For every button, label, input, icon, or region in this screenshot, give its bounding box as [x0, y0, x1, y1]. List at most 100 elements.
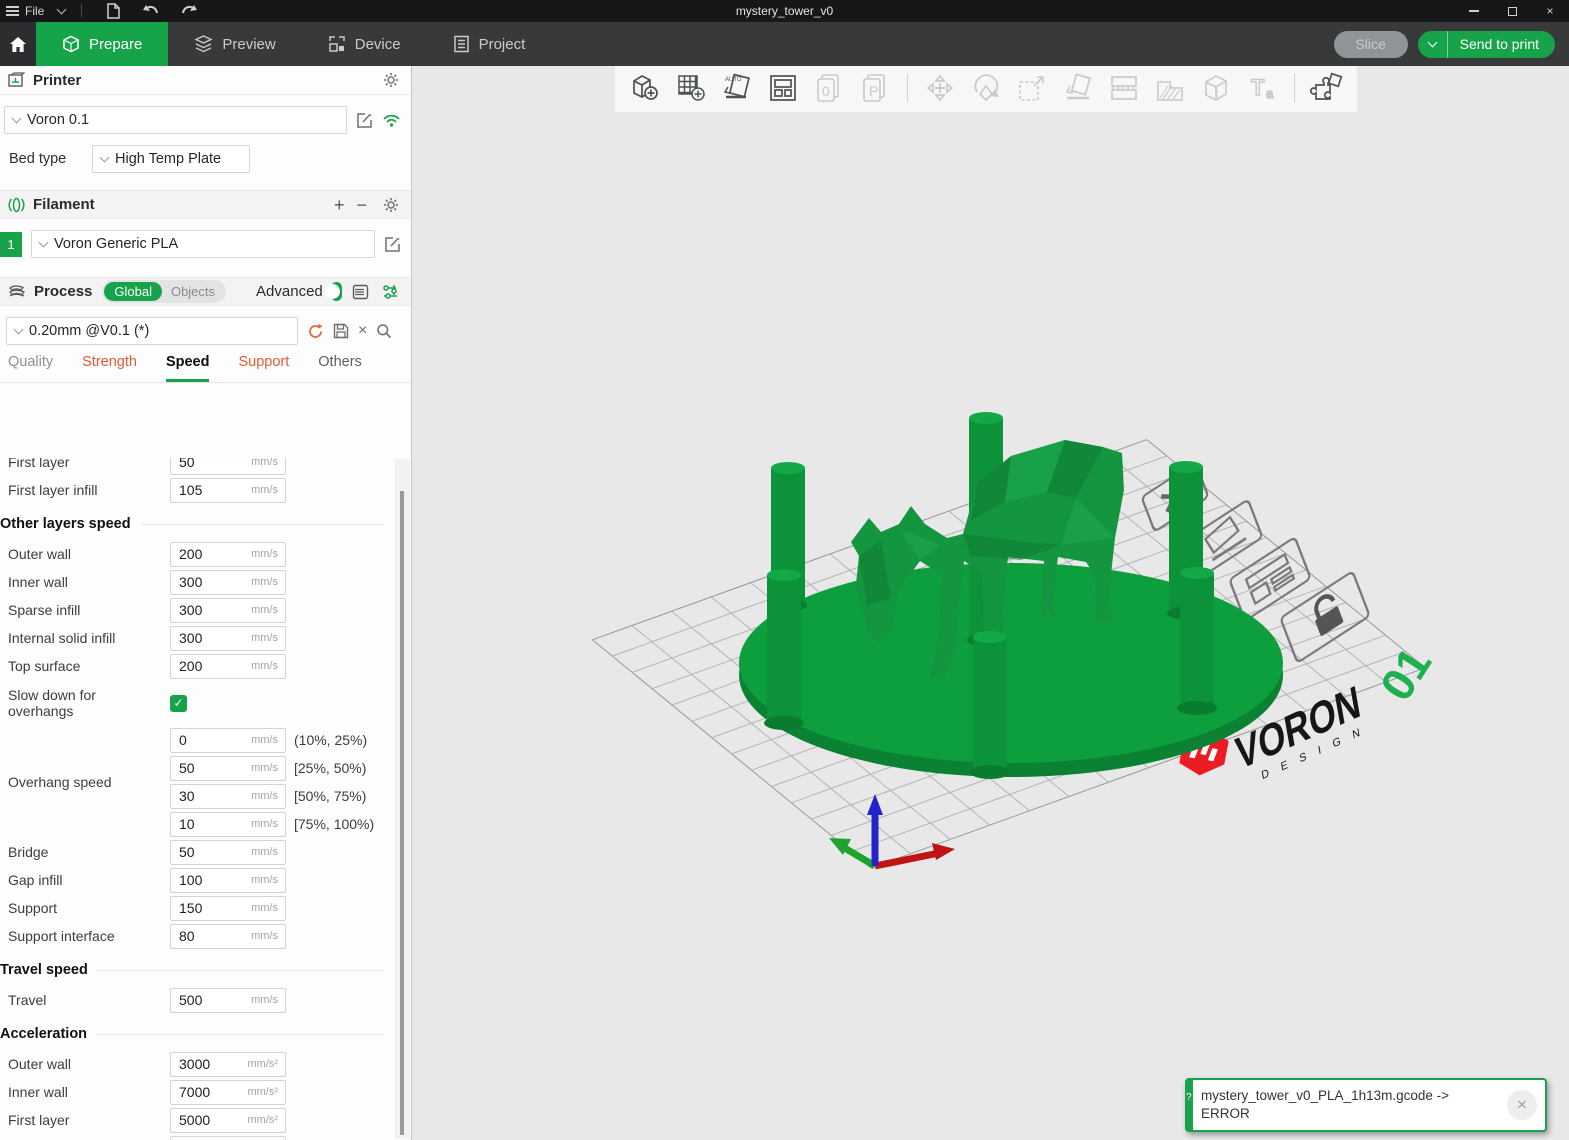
save-profile-icon[interactable]	[333, 323, 349, 339]
bed-type-select[interactable]: High Temp Plate	[92, 145, 250, 173]
file-menu-chevron-icon[interactable]	[57, 5, 67, 15]
tab-support[interactable]: Support	[238, 354, 289, 382]
undo-icon[interactable]	[134, 4, 167, 18]
inner-wall-input[interactable]: 300 mm/s	[170, 570, 286, 595]
file-menu[interactable]: File	[25, 4, 44, 18]
overhang-speed-4-input[interactable]: 10 mm/s	[170, 812, 286, 837]
internal-solid-infill-input[interactable]: 300 mm/s	[170, 626, 286, 651]
accel-top-surface-input[interactable]: 10000 mm/s²	[170, 1136, 286, 1140]
tab-preview-label: Preview	[222, 36, 275, 53]
edit-filament-icon[interactable]	[384, 236, 401, 253]
scale-icon[interactable]	[1012, 68, 1052, 108]
tab-project[interactable]: Project	[427, 22, 552, 66]
accel-inner-wall-input[interactable]: 7000 mm/s²	[170, 1080, 286, 1105]
search-setting-icon[interactable]	[376, 323, 392, 339]
advanced-label: Advanced	[256, 283, 323, 300]
plate-number: 01	[1370, 638, 1441, 709]
setting-row: Travel 500 mm/s	[0, 986, 393, 1014]
tower[interactable]	[1177, 567, 1217, 715]
add-filament-button[interactable]: +	[332, 196, 347, 214]
text-icon[interactable]: T a	[1242, 68, 1282, 108]
rotate-icon[interactable]	[966, 68, 1006, 108]
support-interface-input[interactable]: 80 mm/s	[170, 924, 286, 949]
printer-settings-gear-icon[interactable]	[383, 72, 399, 88]
auto-orient-icon[interactable]: AUTO	[717, 68, 757, 108]
gap-infill-input[interactable]: 100 mm/s	[170, 868, 286, 893]
toast-error-text: ERROR	[1201, 1105, 1501, 1123]
overhang-range-4: [75%, 100%)	[294, 816, 374, 832]
panel-scrollbar-thumb[interactable]	[400, 491, 404, 1135]
home-button[interactable]	[0, 22, 36, 66]
window-maximize-button[interactable]	[1493, 0, 1531, 22]
filament-select[interactable]: Voron Generic PLA	[31, 230, 375, 258]
overhang-speed-3-input[interactable]: 30 mm/s	[170, 784, 286, 809]
support-input[interactable]: 150 mm/s	[170, 896, 286, 921]
redo-icon[interactable]	[173, 4, 206, 18]
edit-printer-icon[interactable]	[356, 112, 373, 129]
top-surface-input[interactable]: 200 mm/s	[170, 654, 286, 679]
lay-on-face-icon[interactable]	[1058, 68, 1098, 108]
tab-strength[interactable]: Strength	[82, 354, 137, 382]
setting-row: Top surface 200 mm/s	[0, 652, 393, 680]
tower[interactable]	[764, 569, 804, 730]
cut-icon[interactable]	[1104, 68, 1144, 108]
overhang-speed-1-input[interactable]: 0 mm/s	[170, 728, 286, 753]
slow-down-overhangs-checkbox[interactable]: ✓	[170, 695, 187, 712]
window-close-button[interactable]: ×	[1531, 0, 1569, 22]
accel-outer-wall-input[interactable]: 3000 mm/s²	[170, 1052, 286, 1077]
split-to-parts-icon[interactable]: P	[855, 68, 895, 108]
printer-select[interactable]: Voron 0.1	[4, 106, 347, 134]
split-to-objects-icon[interactable]: 0	[809, 68, 849, 108]
process-scope-segmented: Global Objects	[102, 280, 226, 303]
tab-prepare[interactable]: Prepare	[36, 22, 168, 66]
overhang-speed-2-input[interactable]: 50 mm/s	[170, 756, 286, 781]
internal-solid-infill-label: Internal solid infill	[8, 630, 170, 646]
tab-quality[interactable]: Quality	[8, 354, 53, 382]
tab-others[interactable]: Others	[318, 354, 362, 382]
bridge-input[interactable]: 50 mm/s	[170, 840, 286, 865]
process-profile-select[interactable]: 0.20mm @V0.1 (*)	[6, 317, 298, 345]
add-object-icon[interactable]	[625, 68, 665, 108]
remove-filament-button[interactable]: −	[354, 196, 369, 214]
slice-button[interactable]: Slice	[1334, 31, 1408, 58]
first-layer-infill-input[interactable]: 105 mm/s	[170, 478, 286, 503]
delete-profile-icon[interactable]: ×	[358, 322, 367, 340]
viewport-3d[interactable]: VORON D E S I G N 01	[413, 66, 1569, 1140]
tower[interactable]	[970, 631, 1010, 779]
reset-profile-icon[interactable]	[307, 323, 324, 340]
tab-preview[interactable]: Preview	[168, 22, 301, 66]
accel-first-layer-input[interactable]: 5000 mm/s²	[170, 1108, 286, 1133]
wifi-icon[interactable]	[382, 113, 401, 128]
scope-global-button[interactable]: Global	[104, 282, 162, 301]
bed-type-label: Bed type	[9, 151, 83, 167]
tab-speed[interactable]: Speed	[166, 354, 210, 382]
outer-wall-input[interactable]: 200 mm/s	[170, 542, 286, 567]
add-plate-icon[interactable]	[671, 68, 711, 108]
scope-objects-button[interactable]: Objects	[162, 282, 224, 301]
parameter-list-icon[interactable]	[352, 284, 369, 300]
filament-name: Voron Generic PLA	[54, 236, 178, 252]
panel-scrollbar	[395, 459, 410, 1139]
inner-wall-label: Inner wall	[8, 574, 170, 590]
chevron-down-icon	[100, 153, 110, 163]
support-interface-label: Support interface	[8, 928, 170, 944]
tune-parameters-icon[interactable]	[382, 284, 399, 300]
send-dropdown-chevron-icon[interactable]	[1418, 31, 1448, 58]
send-to-print-button[interactable]: Send to print	[1418, 31, 1555, 58]
move-icon[interactable]	[920, 68, 960, 108]
assembly-view-icon[interactable]	[1307, 68, 1347, 108]
arrange-icon[interactable]	[763, 68, 803, 108]
tab-device[interactable]: Device	[302, 22, 427, 66]
variable-layer-height-icon[interactable]	[1150, 68, 1190, 108]
sparse-infill-input[interactable]: 300 mm/s	[170, 598, 286, 623]
new-project-icon[interactable]	[98, 3, 128, 19]
advanced-toggle[interactable]	[331, 282, 342, 301]
first-layer-input[interactable]: 50 mm/s	[170, 458, 286, 475]
scene-canvas[interactable]: VORON D E S I G N 01	[413, 66, 1569, 1140]
mesh-boolean-icon[interactable]	[1196, 68, 1236, 108]
travel-input[interactable]: 500 mm/s	[170, 988, 286, 1013]
filament-settings-gear-icon[interactable]	[383, 197, 399, 213]
window-minimize-button[interactable]	[1455, 0, 1493, 22]
setting-row: First layer infill 105 mm/s	[0, 476, 393, 504]
toast-close-icon[interactable]: ×	[1507, 1090, 1537, 1120]
